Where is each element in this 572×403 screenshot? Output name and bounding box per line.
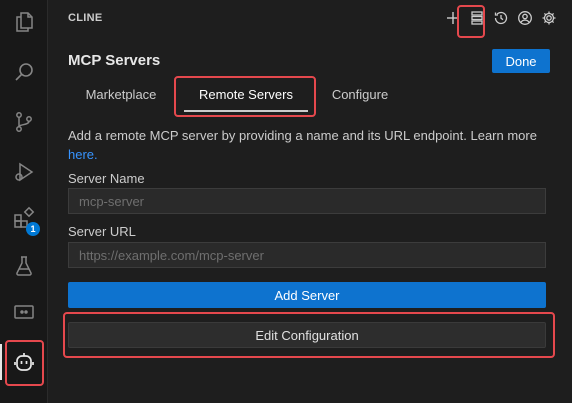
activity-search[interactable] <box>0 50 48 94</box>
tab-configure[interactable]: Configure <box>322 80 398 110</box>
activity-cline[interactable] <box>0 340 48 384</box>
edit-configuration-button[interactable]: Edit Configuration <box>68 322 546 348</box>
history-button[interactable] <box>492 8 510 28</box>
mcp-servers-icon <box>471 11 483 25</box>
add-server-button[interactable]: Add Server <box>68 282 546 308</box>
server-url-label: Server URL <box>68 224 136 239</box>
testing-icon <box>16 256 32 276</box>
cline-panel: CLINE MCP Servers Done Marketplace Remot… <box>48 0 572 403</box>
description-text: Add a remote MCP server by providing a n… <box>68 128 537 143</box>
vscode-window: 1 CLINE MCP Servers Done Marketplace Rem… <box>0 0 572 403</box>
server-name-label: Server Name <box>68 171 145 186</box>
activity-extensions[interactable]: 1 <box>0 196 48 240</box>
tab-remote-servers[interactable]: Remote Servers <box>184 80 308 112</box>
remote-server-description: Add a remote MCP server by providing a n… <box>68 126 538 164</box>
activity-testing[interactable] <box>0 244 48 288</box>
activity-source-control[interactable] <box>0 100 48 144</box>
history-icon <box>494 11 508 25</box>
remote-explorer-icon <box>14 305 34 319</box>
server-url-input[interactable] <box>68 242 546 268</box>
activity-bar: 1 <box>0 0 48 403</box>
activity-explorer[interactable] <box>0 0 48 44</box>
source-control-icon <box>16 112 32 132</box>
run-debug-icon <box>15 162 34 182</box>
tab-marketplace[interactable]: Marketplace <box>76 80 166 110</box>
settings-button[interactable] <box>540 8 558 28</box>
activity-run-debug[interactable] <box>0 150 48 194</box>
settings-icon <box>542 11 556 25</box>
explorer-icon <box>16 12 33 32</box>
account-icon <box>518 11 532 25</box>
plus-icon <box>447 12 459 24</box>
extensions-badge: 1 <box>26 222 40 236</box>
header-toolbar <box>444 8 558 28</box>
account-button[interactable] <box>516 8 534 28</box>
activity-remote-explorer[interactable] <box>0 290 48 334</box>
server-name-input[interactable] <box>68 188 546 214</box>
mcp-servers-button[interactable] <box>468 8 486 28</box>
page-title: MCP Servers <box>68 52 161 69</box>
panel-header-title: CLINE <box>68 12 103 24</box>
mcp-tabs: Marketplace Remote Servers Configure <box>68 80 552 112</box>
new-task-button[interactable] <box>444 8 462 28</box>
cline-robot-icon <box>14 353 34 371</box>
done-button[interactable]: Done <box>492 49 550 73</box>
search-icon <box>15 63 33 81</box>
learn-more-link[interactable]: here. <box>68 147 98 162</box>
